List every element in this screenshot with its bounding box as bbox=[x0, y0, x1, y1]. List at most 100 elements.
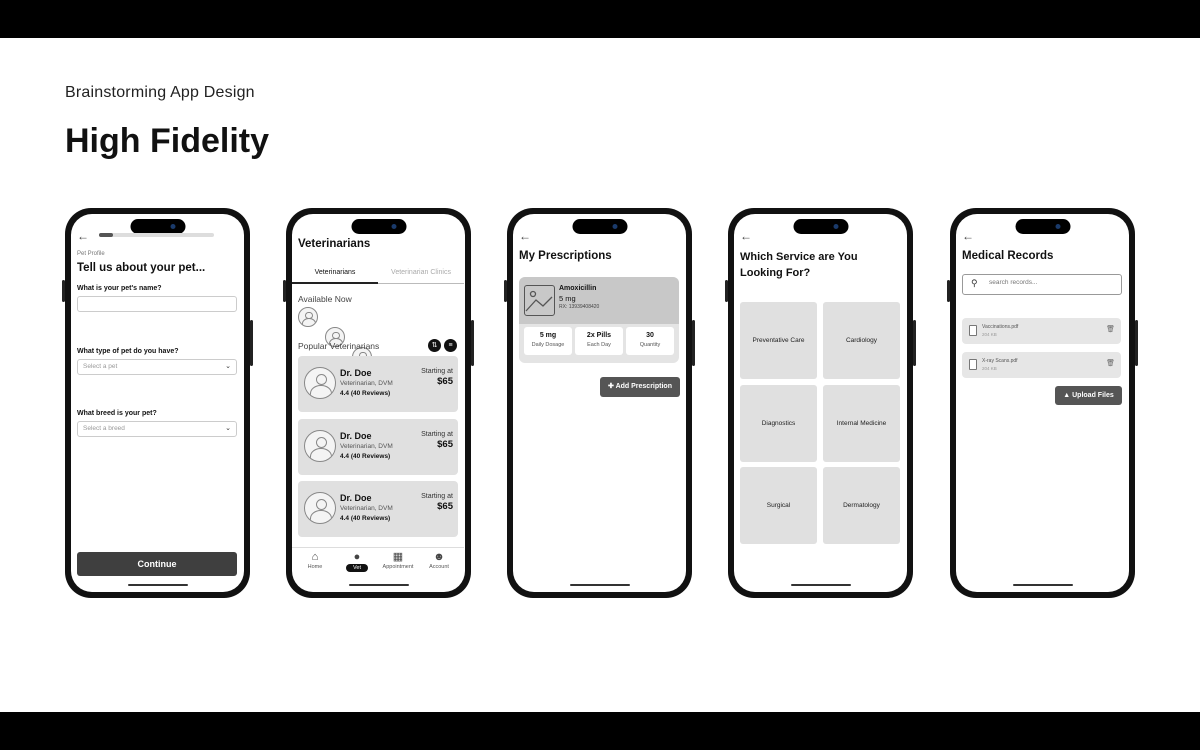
drug-name: Amoxicillin bbox=[559, 285, 597, 292]
back-arrow-icon[interactable]: ← bbox=[962, 229, 974, 243]
trash-icon[interactable]: 🗑 bbox=[1106, 325, 1115, 333]
tab-veterinarian-clinics[interactable]: Veterinarian Clinics bbox=[378, 266, 464, 284]
trash-icon[interactable]: 🗑 bbox=[1106, 359, 1115, 367]
avatar bbox=[304, 430, 336, 462]
service-dermatology[interactable]: Dermatology bbox=[823, 467, 900, 544]
file-item[interactable]: Vaccinations.pdf 204 KB 🗑 bbox=[962, 318, 1121, 344]
home-indicator bbox=[1012, 584, 1073, 586]
prescription-card[interactable]: Amoxicillin 5 mg RX: 13939408420 5 mg Da… bbox=[519, 277, 679, 363]
nav-vet[interactable]: ● Vet bbox=[340, 550, 374, 572]
file-item[interactable]: X-ray Scans.pdf 204 KB 🗑 bbox=[962, 352, 1121, 378]
nav-home[interactable]: ⌂ Home bbox=[298, 550, 332, 570]
chevron-down-icon: ⌄ bbox=[225, 425, 231, 432]
page-title: My Prescriptions bbox=[519, 250, 612, 262]
starting-at-label: Starting at bbox=[421, 493, 453, 500]
sort-icon[interactable]: ⇅ bbox=[428, 339, 441, 352]
dynamic-island bbox=[351, 219, 406, 234]
file-name: X-ray Scans.pdf bbox=[982, 358, 1018, 364]
nav-account[interactable]: ☻ Account bbox=[422, 550, 456, 570]
search-input[interactable] bbox=[989, 279, 1109, 286]
stat-quantity: 30 Quantity bbox=[626, 327, 674, 355]
vet-name: Dr. Doe bbox=[340, 368, 372, 378]
vet-reviews: 4.4 (40 Reviews) bbox=[340, 453, 391, 460]
available-now-label: Available Now bbox=[298, 294, 352, 304]
phone-medical-records: ← Medical Records ⚲ Vaccinations.pdf 204… bbox=[947, 208, 1138, 598]
upload-files-label: Upload Files bbox=[1072, 392, 1114, 399]
services-screen: ← Which Service are You Looking For? Pre… bbox=[734, 214, 907, 592]
eyebrow-label: Pet Profile bbox=[77, 251, 105, 257]
page-title: Veterinarians bbox=[298, 238, 371, 250]
vet-role: Veterinarian, DVM bbox=[340, 505, 393, 512]
vet-icon: ● bbox=[353, 551, 361, 563]
add-prescription-label: Add Prescription bbox=[615, 383, 672, 390]
dynamic-island bbox=[572, 219, 627, 234]
service-diagnostics[interactable]: Diagnostics bbox=[740, 385, 817, 462]
filter-icon[interactable]: ≡ bbox=[444, 339, 457, 352]
home-indicator bbox=[127, 584, 188, 586]
back-arrow-icon[interactable]: ← bbox=[519, 229, 531, 243]
starting-at-label: Starting at bbox=[421, 368, 453, 375]
home-indicator bbox=[569, 584, 630, 586]
back-arrow-icon[interactable]: ← bbox=[740, 229, 752, 243]
vet-role: Veterinarian, DVM bbox=[340, 380, 393, 387]
stat-value: 5 mg bbox=[539, 332, 557, 339]
stat-value: 30 bbox=[646, 332, 654, 339]
file-size: 204 KB bbox=[982, 332, 997, 337]
stat-label: Each Day bbox=[587, 342, 611, 348]
medical-records-screen: ← Medical Records ⚲ Vaccinations.pdf 204… bbox=[956, 214, 1129, 592]
page-title: Tell us about your pet... bbox=[77, 262, 206, 274]
progress-fill bbox=[99, 233, 113, 237]
dynamic-island bbox=[130, 219, 185, 234]
vet-price: $65 bbox=[437, 439, 453, 450]
continue-button[interactable]: Continue bbox=[77, 552, 237, 576]
service-surgical[interactable]: Surgical bbox=[740, 467, 817, 544]
nav-appointment-label: Appointment bbox=[382, 564, 414, 570]
stat-value: 2x Pills bbox=[586, 332, 612, 339]
stat-label: Quantity bbox=[639, 342, 661, 348]
prescriptions-screen: ← My Prescriptions Amoxicillin 5 mg RX: … bbox=[513, 214, 686, 592]
service-cardiology[interactable]: Cardiology bbox=[823, 302, 900, 379]
dynamic-island bbox=[793, 219, 848, 234]
pet-breed-select[interactable]: Select a breed ⌄ bbox=[77, 421, 237, 437]
page-title: Which Service are You Looking For? bbox=[740, 251, 858, 279]
pet-name-input[interactable] bbox=[77, 296, 237, 312]
phone-veterinarians: Veterinarians Veterinarians Veterinarian… bbox=[283, 208, 474, 598]
service-preventative-care[interactable]: Preventative Care bbox=[740, 302, 817, 379]
phone-prescriptions: ← My Prescriptions Amoxicillin 5 mg RX: … bbox=[504, 208, 695, 598]
pet-name-label: What is your pet's name? bbox=[77, 285, 162, 292]
phone-services: ← Which Service are You Looking For? Pre… bbox=[725, 208, 916, 598]
vet-name: Dr. Doe bbox=[340, 493, 372, 503]
vet-card[interactable]: Dr. Doe Veterinarian, DVM 4.4 (40 Review… bbox=[298, 356, 458, 412]
pet-breed-placeholder: Select a breed bbox=[83, 425, 125, 432]
vet-card[interactable]: Dr. Doe Veterinarian, DVM 4.4 (40 Review… bbox=[298, 419, 458, 475]
search-icon: ⚲ bbox=[971, 278, 978, 288]
tab-veterinarians[interactable]: Veterinarians bbox=[292, 266, 378, 284]
vet-card[interactable]: Dr. Doe Veterinarian, DVM 4.4 (40 Review… bbox=[298, 481, 458, 537]
popular-vets-label: Popular Veterinarians bbox=[298, 341, 380, 351]
progress-track bbox=[99, 233, 214, 237]
file-size: 204 KB bbox=[982, 366, 997, 371]
pet-type-placeholder: Select a pet bbox=[83, 363, 118, 370]
pet-type-select[interactable]: Select a pet ⌄ bbox=[77, 359, 237, 375]
vet-reviews: 4.4 (40 Reviews) bbox=[340, 390, 391, 397]
veterinarians-screen: Veterinarians Veterinarians Veterinarian… bbox=[292, 214, 465, 592]
upload-files-button[interactable]: ▲ Upload Files bbox=[1055, 386, 1122, 405]
vet-role: Veterinarian, DVM bbox=[340, 443, 393, 450]
slide: Brainstorming App Design High Fidelity ←… bbox=[0, 38, 1200, 712]
vet-reviews: 4.4 (40 Reviews) bbox=[340, 515, 391, 522]
slide-subtitle: Brainstorming App Design bbox=[65, 84, 255, 101]
page-title: Medical Records bbox=[962, 250, 1054, 262]
avatar[interactable] bbox=[298, 307, 318, 327]
nav-home-label: Home bbox=[307, 564, 323, 570]
service-internal-medicine[interactable]: Internal Medicine bbox=[823, 385, 900, 462]
add-prescription-button[interactable]: ✚ Add Prescription bbox=[600, 377, 680, 397]
drug-dose: 5 mg bbox=[559, 294, 576, 303]
stat-label: Daily Dosage bbox=[531, 342, 565, 348]
home-icon: ⌂ bbox=[311, 551, 319, 563]
calendar-icon: ▦ bbox=[392, 551, 404, 563]
file-name: Vaccinations.pdf bbox=[982, 324, 1019, 330]
back-arrow-icon[interactable]: ← bbox=[77, 229, 89, 243]
phone-pet-profile: ← Pet Profile Tell us about your pet... … bbox=[62, 208, 253, 598]
nav-appointment[interactable]: ▦ Appointment bbox=[381, 550, 415, 570]
search-field[interactable]: ⚲ bbox=[962, 274, 1122, 295]
